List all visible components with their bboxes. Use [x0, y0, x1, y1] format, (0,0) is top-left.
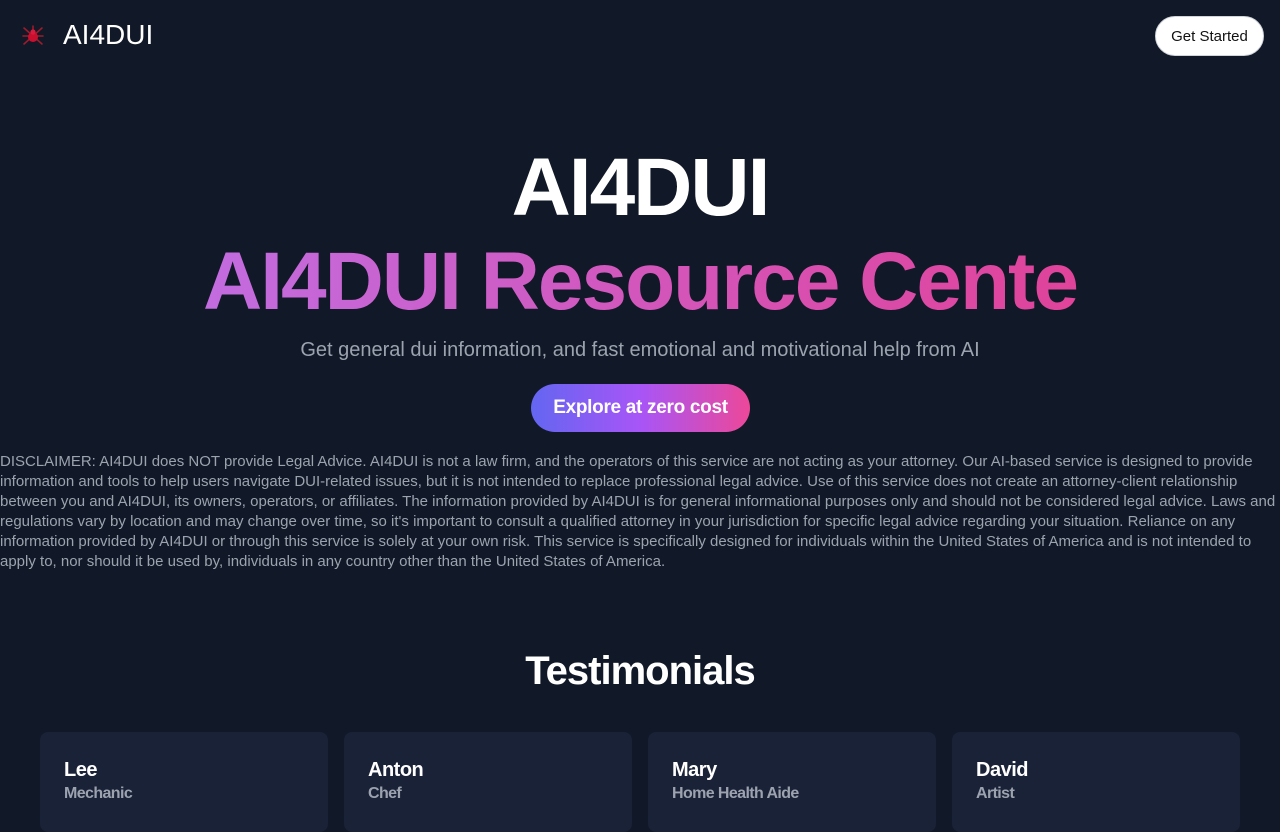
testimonial-role: Mechanic [64, 785, 133, 802]
explore-button[interactable]: Explore at zero cost [531, 384, 750, 432]
testimonial-role: Artist [976, 785, 1015, 802]
hero-subtitle-text: AI4DUI Resource Cente [203, 236, 1079, 327]
testimonial-name: Mary [672, 759, 717, 781]
disclaimer-text: DISCLAIMER: AI4DUI does NOT provide Lega… [0, 453, 1276, 570]
hero-tagline: Get general dui information, and fast em… [300, 339, 980, 361]
testimonial-card: Anton Chef [344, 732, 632, 832]
hero-title: AI4DUI [511, 142, 771, 233]
testimonial-card: Mary Home Health Aide [648, 732, 936, 832]
testimonials-heading: Testimonials [525, 649, 756, 693]
testimonial-card: David Artist [952, 732, 1240, 832]
navbar: AI4DUI Get Started [0, 0, 1280, 72]
testimonial-role: Chef [368, 785, 402, 802]
testimonial-card: Lee Mechanic [40, 732, 328, 832]
testimonial-name: Lee [64, 759, 97, 781]
hero-subtitle: AI4DUI Resource Cente [0, 236, 1280, 328]
spider-bug-icon[interactable] [22, 25, 44, 47]
testimonial-role: Home Health Aide [672, 785, 799, 802]
testimonial-name: Anton [368, 759, 424, 781]
testimonial-name: David [976, 759, 1028, 781]
brand-name[interactable]: AI4DUI [63, 18, 153, 52]
get-started-button[interactable]: Get Started [1155, 16, 1264, 56]
